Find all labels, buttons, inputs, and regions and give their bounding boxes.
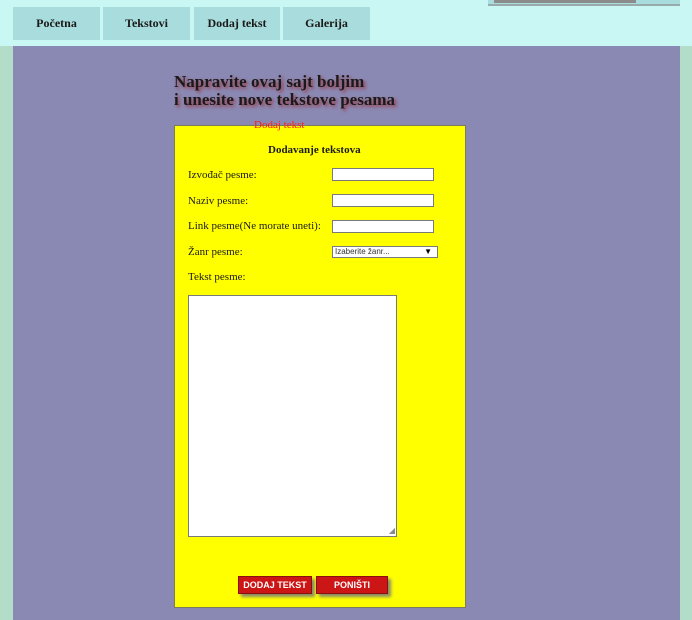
song-name-label: Naziv pesme:: [188, 195, 249, 207]
nav-tab-galerija[interactable]: Galerija: [283, 7, 370, 40]
artist-label: Izvođač pesme:: [188, 169, 257, 181]
song-link-input[interactable]: [332, 220, 434, 233]
genre-label: Žanr pesme:: [188, 246, 243, 258]
artist-input[interactable]: [332, 168, 434, 181]
resize-grip-icon[interactable]: ◢: [389, 527, 395, 535]
top-right-widget-field[interactable]: [494, 0, 636, 3]
right-side-strip: [680, 46, 692, 620]
form-legend: Dodaj tekst: [254, 119, 305, 131]
nav-tab-pocetna[interactable]: Početna: [13, 7, 100, 40]
nav-tab-tekstovi[interactable]: Tekstovi: [103, 7, 190, 40]
form-title: Dodavanje tekstova: [268, 144, 361, 156]
top-right-widget: [488, 0, 680, 6]
page-heading: Napravite ovaj sajt boljim i unesite nov…: [174, 73, 474, 109]
page-heading-line-1: Napravite ovaj sajt boljim: [174, 72, 365, 91]
song-link-label: Link pesme(Ne morate uneti):: [188, 220, 321, 232]
top-nav-bar: Početna Tekstovi Dodaj tekst Galerija: [0, 0, 692, 46]
dropdown-arrow-icon: ▼: [424, 247, 432, 256]
nav-tab-dodaj-tekst[interactable]: Dodaj tekst: [194, 7, 280, 40]
page-heading-line-2: i unesite nove tekstove pesama: [174, 90, 395, 109]
add-lyrics-button[interactable]: DODAJ TEKST: [238, 576, 312, 594]
lyrics-label: Tekst pesme:: [188, 271, 246, 283]
left-side-strip: [0, 46, 13, 620]
lyrics-textarea[interactable]: ◢: [188, 295, 397, 537]
reset-button[interactable]: PONIŠTI: [316, 576, 388, 594]
song-name-input[interactable]: [332, 194, 434, 207]
genre-selected-value: Izaberite žanr...: [335, 247, 390, 256]
genre-select[interactable]: Izaberite žanr... ▼: [332, 246, 438, 258]
